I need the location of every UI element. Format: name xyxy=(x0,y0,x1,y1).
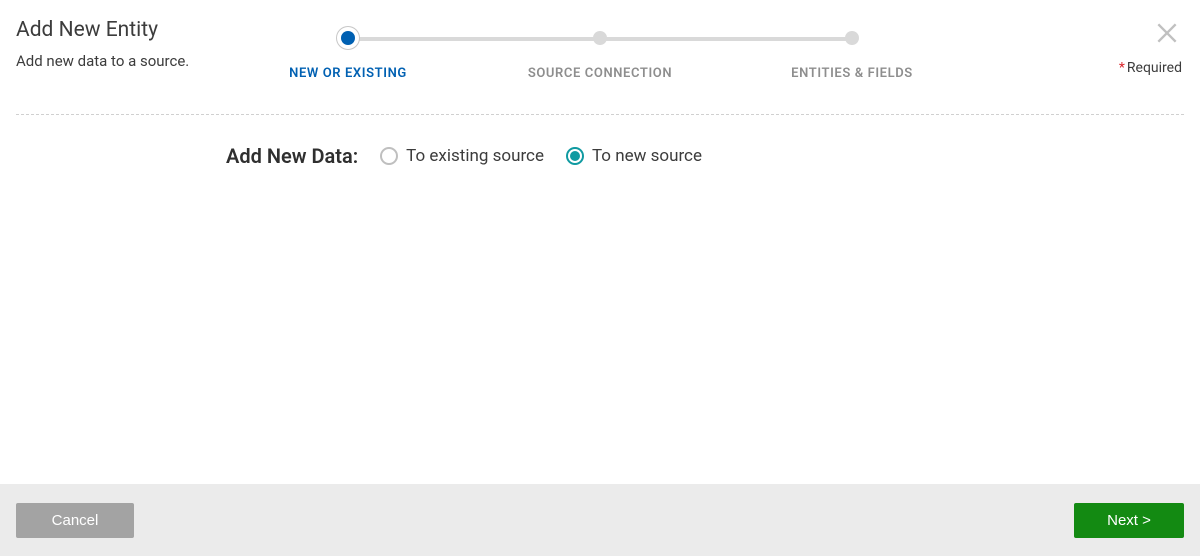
footer-bar: Cancel Next > xyxy=(0,484,1200,556)
required-hint: *Required xyxy=(1119,60,1182,76)
header-divider xyxy=(16,114,1184,115)
stepper xyxy=(330,28,870,48)
radio-label-existing-source: To existing source xyxy=(406,146,544,166)
radio-icon-unselected xyxy=(380,147,398,165)
required-label: Required xyxy=(1127,60,1182,76)
radio-label-new-source: To new source xyxy=(592,146,702,166)
step-label-source-connection: SOURCE CONNECTION xyxy=(528,66,672,81)
close-icon xyxy=(1154,20,1180,46)
step-label-entities-fields: ENTITIES & FIELDS xyxy=(791,66,913,81)
step-label-new-or-existing: NEW OR EXISTING xyxy=(289,66,407,81)
close-button[interactable] xyxy=(1154,20,1180,50)
step-dot-entities-fields[interactable] xyxy=(845,31,859,45)
cancel-button[interactable]: Cancel xyxy=(16,503,134,538)
radio-option-existing-source[interactable]: To existing source xyxy=(380,146,544,166)
next-button[interactable]: Next > xyxy=(1074,503,1184,538)
step-dot-source-connection[interactable] xyxy=(593,31,607,45)
required-asterisk-icon: * xyxy=(1119,60,1125,76)
radio-icon-selected xyxy=(566,147,584,165)
step-dot-new-or-existing[interactable] xyxy=(341,31,355,45)
add-new-data-label: Add New Data: xyxy=(226,144,358,168)
radio-option-new-source[interactable]: To new source xyxy=(566,146,702,166)
